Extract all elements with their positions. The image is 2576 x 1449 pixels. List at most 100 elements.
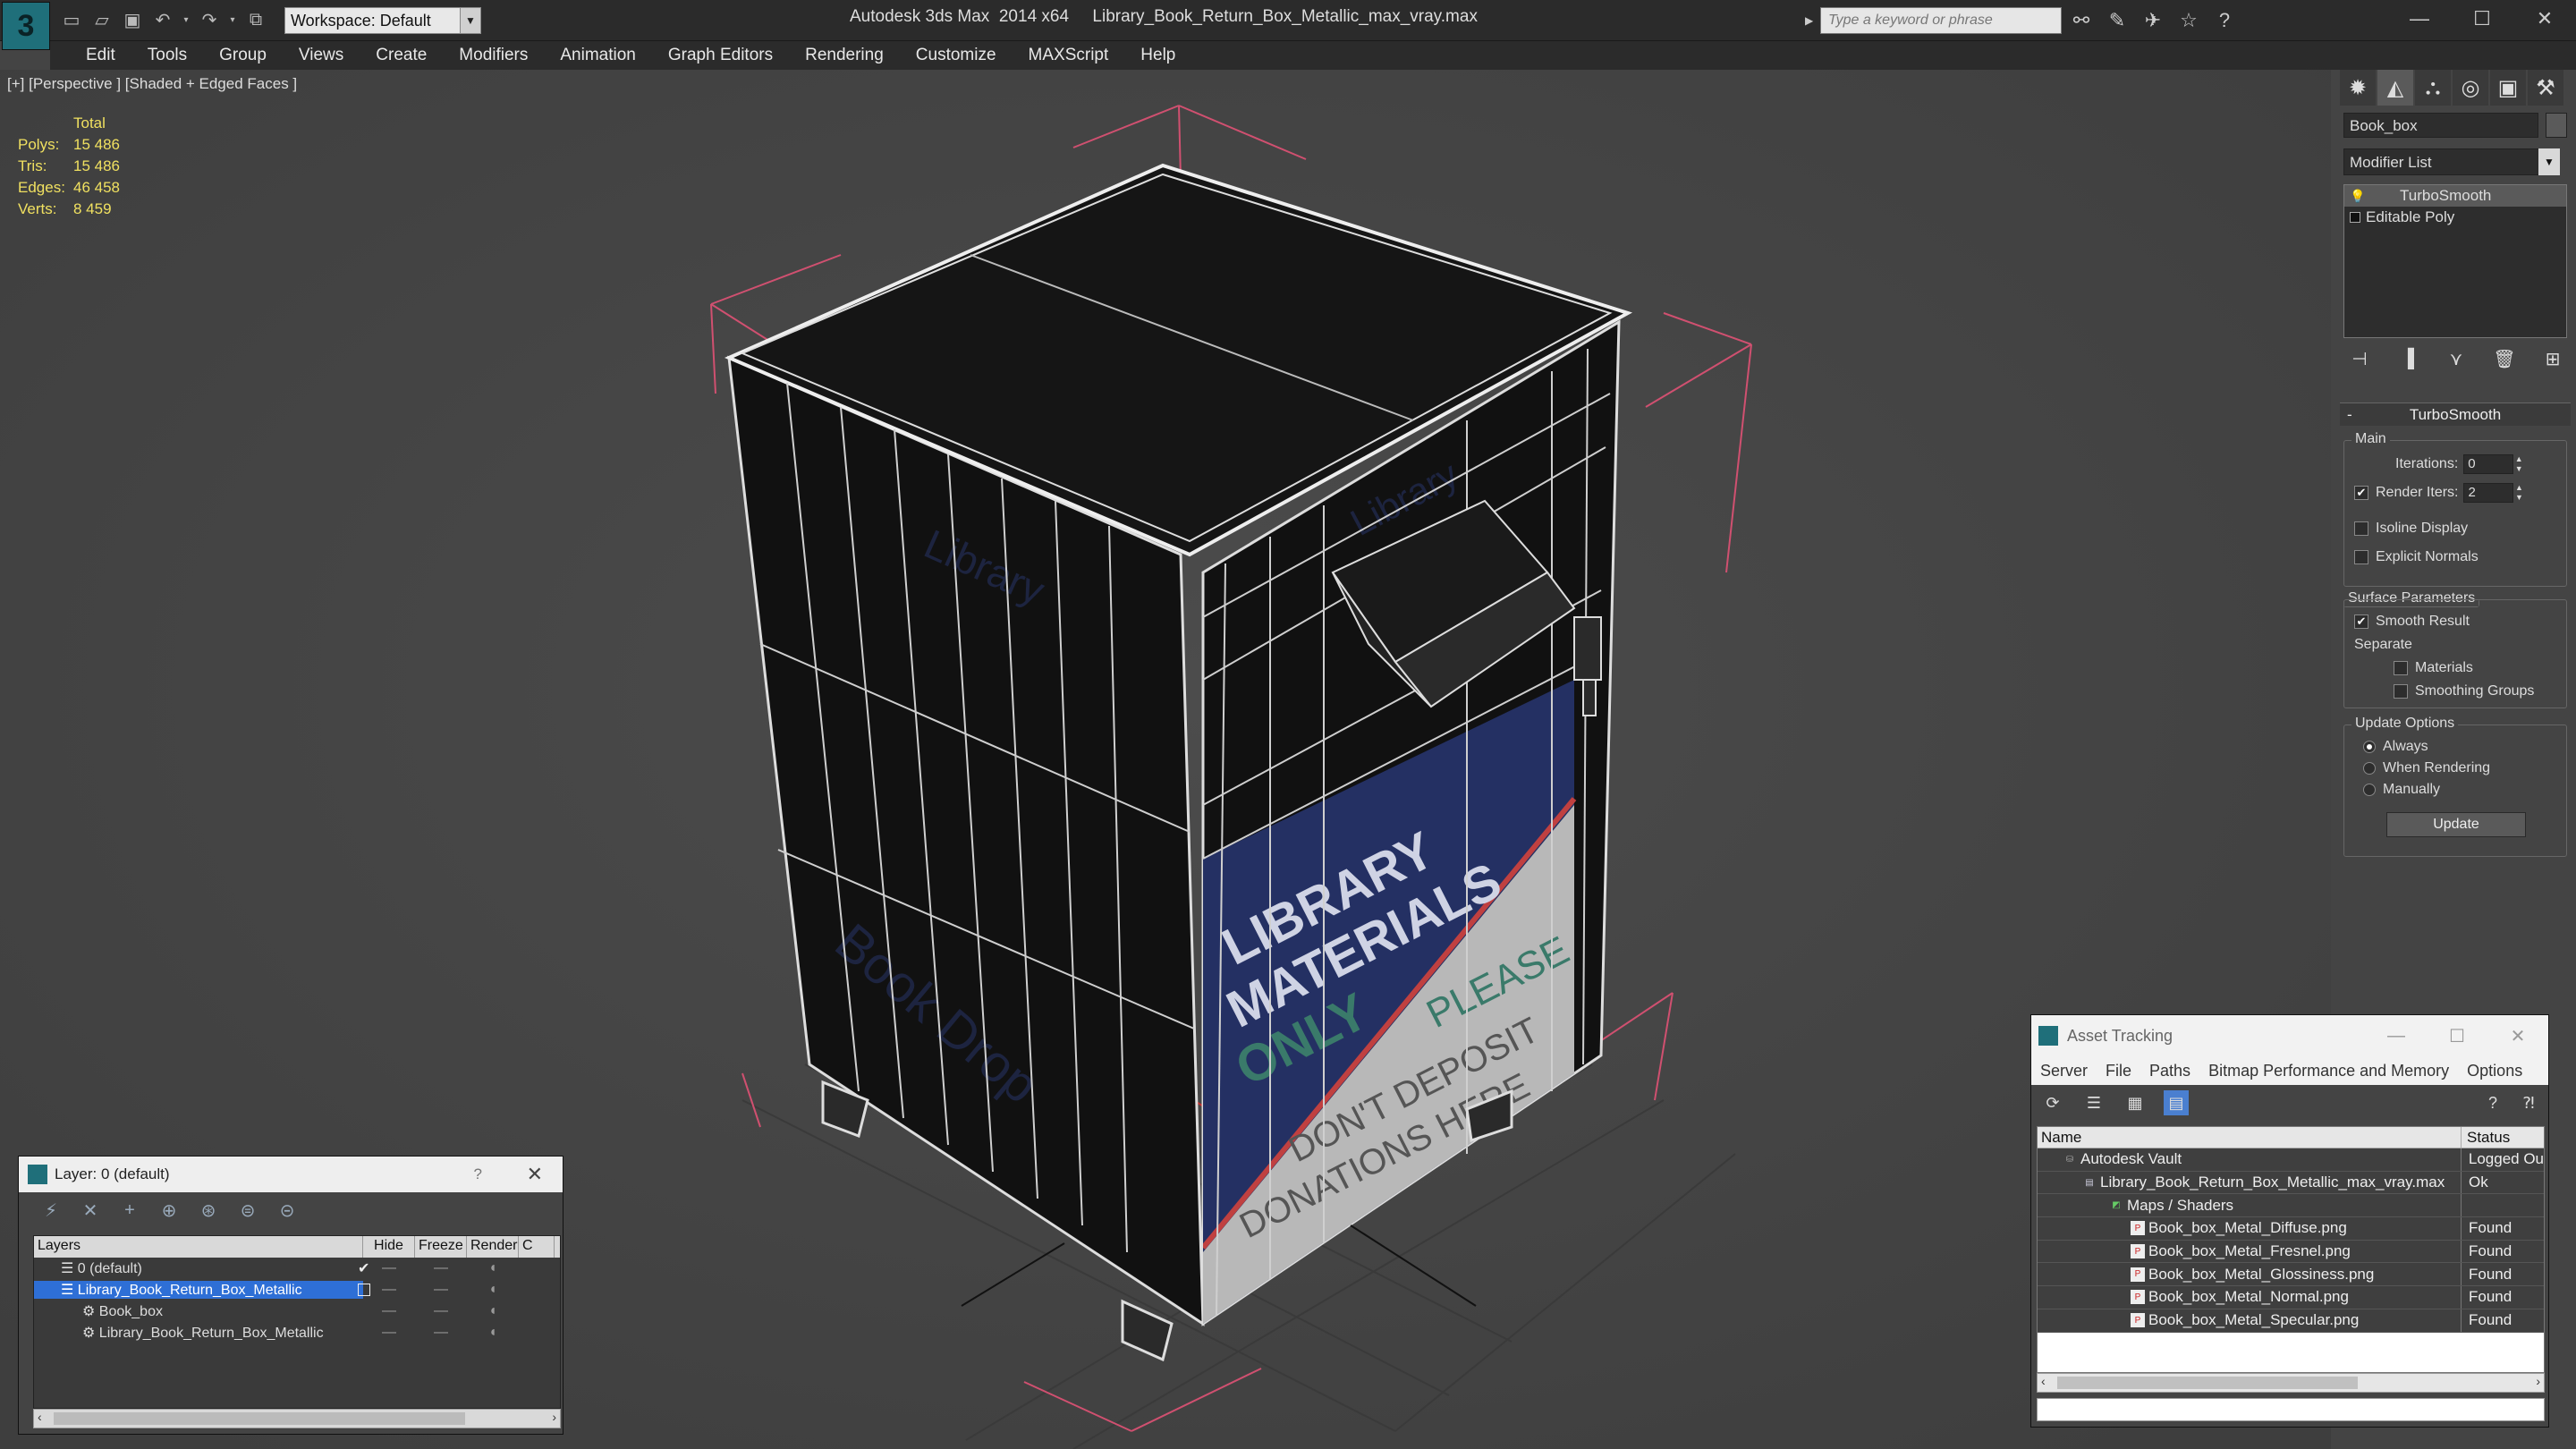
maximize-icon[interactable]: ☐ bbox=[2427, 1015, 2487, 1056]
spinner-arrows-icon[interactable]: ▲ ▼ bbox=[2513, 483, 2524, 503]
render-iters-checkbox[interactable]: ✔ bbox=[2354, 486, 2368, 500]
expand-icon[interactable] bbox=[2350, 212, 2360, 223]
menu-group[interactable]: Group bbox=[203, 46, 283, 65]
smooth-result-checkbox[interactable]: ✔ bbox=[2354, 614, 2368, 629]
new-file-icon[interactable]: ▭ bbox=[59, 7, 84, 32]
display-tab-icon[interactable]: ▣ bbox=[2490, 70, 2526, 106]
menu-paths[interactable]: Paths bbox=[2149, 1062, 2199, 1080]
modifier-list-dropdown[interactable]: Modifier List ▼ bbox=[2343, 148, 2560, 175]
menu-edit[interactable]: Edit bbox=[70, 46, 131, 65]
delete-layer-icon[interactable]: ✕ bbox=[78, 1198, 103, 1223]
layer-horizontal-scrollbar[interactable]: ‹ › bbox=[33, 1409, 561, 1428]
show-end-result-icon[interactable]: ▐ bbox=[2392, 345, 2424, 372]
menu-modifiers[interactable]: Modifiers bbox=[443, 46, 544, 65]
active-layer-box[interactable] bbox=[358, 1284, 370, 1296]
collapse-icon[interactable]: - bbox=[2347, 403, 2352, 427]
active-layer-check-icon[interactable]: ✔ bbox=[358, 1259, 369, 1277]
remove-modifier-icon[interactable]: 🗑 bbox=[2488, 345, 2521, 372]
app-menu-button[interactable]: 3 bbox=[2, 2, 50, 50]
close-icon[interactable]: ✕ bbox=[527, 1163, 543, 1186]
update-button[interactable]: Update bbox=[2386, 812, 2526, 837]
hide-all-layers-icon[interactable]: ⊜ bbox=[235, 1198, 260, 1223]
freeze-toggle[interactable]: — bbox=[415, 1282, 467, 1298]
always-radio[interactable] bbox=[2363, 741, 2376, 753]
menu-server[interactable]: Server bbox=[2040, 1062, 2097, 1080]
favorites-star-icon[interactable]: ☆ bbox=[2175, 7, 2202, 34]
select-in-layer-icon[interactable]: ⊕ bbox=[157, 1198, 182, 1223]
list-view-icon[interactable]: ☰ bbox=[2081, 1090, 2106, 1115]
asset-row[interactable]: P Book_box_Metal_Glossiness.png Found bbox=[2038, 1263, 2544, 1287]
open-file-icon[interactable]: ▱ bbox=[89, 7, 114, 32]
menu-views[interactable]: Views bbox=[283, 46, 360, 65]
workspace-selector[interactable]: Workspace: Default bbox=[284, 7, 481, 34]
asset-path-field[interactable] bbox=[2037, 1398, 2545, 1421]
help-icon[interactable]: ? bbox=[2480, 1090, 2505, 1115]
undo-dropdown-icon[interactable]: ▾ bbox=[181, 7, 191, 32]
communication-icon[interactable]: ✈ bbox=[2140, 7, 2166, 34]
scroll-left-icon[interactable]: ‹ bbox=[2041, 1374, 2046, 1388]
binoculars-icon[interactable]: ⚯ bbox=[2068, 7, 2095, 34]
asset-row[interactable]: P Book_box_Metal_Normal.png Found bbox=[2038, 1286, 2544, 1309]
render-toggle[interactable]: ◖ bbox=[467, 1282, 519, 1298]
scroll-right-icon[interactable]: › bbox=[552, 1410, 556, 1424]
spinner-arrows-icon[interactable]: ▲ ▼ bbox=[2513, 454, 2524, 474]
scrollbar-thumb[interactable] bbox=[54, 1412, 465, 1425]
column-color[interactable]: C bbox=[519, 1236, 555, 1258]
when-rendering-radio[interactable] bbox=[2363, 762, 2376, 775]
help-context-icon[interactable]: ⁈ bbox=[2516, 1090, 2541, 1115]
layer-row[interactable]: ☰ Library_Book_Return_Box_Metallic — — ◖ bbox=[34, 1279, 560, 1301]
freeze-toggle[interactable]: — bbox=[415, 1325, 467, 1341]
project-folder-icon[interactable]: ⧉ bbox=[243, 7, 268, 32]
menu-maxscript[interactable]: MAXScript bbox=[1013, 46, 1125, 65]
redo-icon[interactable]: ↷ bbox=[197, 7, 222, 32]
column-render[interactable]: Render bbox=[467, 1236, 519, 1258]
layer-window-titlebar[interactable]: Layer: 0 (default) ? ✕ bbox=[19, 1157, 563, 1192]
render-iters-spinner[interactable]: 2 bbox=[2463, 483, 2514, 503]
workspace-dropdown-icon[interactable]: ▼ bbox=[460, 7, 481, 34]
asset-row[interactable]: P Book_box_Metal_Specular.png Found bbox=[2038, 1309, 2544, 1333]
column-status[interactable]: Status bbox=[2462, 1127, 2515, 1148]
search-input[interactable]: Type a keyword or phrase bbox=[1820, 7, 2062, 34]
smoothing-groups-checkbox[interactable] bbox=[2394, 684, 2408, 699]
menu-file[interactable]: File bbox=[2106, 1062, 2140, 1080]
hierarchy-tab-icon[interactable]: ⛬ bbox=[2415, 70, 2451, 106]
help-icon[interactable]: ? bbox=[2211, 7, 2238, 34]
maximize-icon[interactable]: ☐ bbox=[2451, 0, 2513, 38]
close-icon[interactable]: ✕ bbox=[2513, 0, 2576, 38]
asset-row[interactable]: ◩ Maps / Shaders bbox=[2038, 1194, 2544, 1218]
column-layers[interactable]: Layers bbox=[34, 1236, 363, 1258]
object-name-field[interactable]: Book_box bbox=[2343, 113, 2538, 138]
redo-dropdown-icon[interactable]: ▾ bbox=[227, 7, 238, 32]
freeze-all-layers-icon[interactable]: ⊝ bbox=[275, 1198, 300, 1223]
asset-row[interactable]: ⛁ Autodesk Vault Logged Ou bbox=[2038, 1148, 2544, 1172]
lightbulb-icon[interactable]: 💡 bbox=[2350, 189, 2365, 204]
scroll-left-icon[interactable]: ‹ bbox=[38, 1410, 42, 1424]
viewport-label[interactable]: [+] [Perspective ] [Shaded + Edged Faces… bbox=[7, 75, 297, 93]
layer-row[interactable]: ⚙ Library_Book_Return_Box_Metallic — — ◖ bbox=[34, 1322, 560, 1343]
explicit-normals-checkbox[interactable] bbox=[2354, 550, 2368, 564]
asset-row[interactable]: P Book_box_Metal_Diffuse.png Found bbox=[2038, 1217, 2544, 1241]
menu-bitmap-performance[interactable]: Bitmap Performance and Memory bbox=[2208, 1062, 2458, 1080]
asset-row[interactable]: P Book_box_Metal_Fresnel.png Found bbox=[2038, 1240, 2544, 1264]
layer-help-button[interactable]: ? bbox=[474, 1165, 482, 1183]
asset-horizontal-scrollbar[interactable]: ‹ › bbox=[2037, 1373, 2545, 1393]
make-unique-icon[interactable]: ⋎ bbox=[2440, 345, 2472, 372]
rollout-header[interactable]: - TurboSmooth bbox=[2340, 402, 2571, 426]
hide-toggle[interactable]: — bbox=[363, 1325, 415, 1341]
modify-tab-icon[interactable]: ◭ bbox=[2377, 70, 2413, 106]
subscription-icon[interactable]: ✎ bbox=[2104, 7, 2131, 34]
asset-tracking-titlebar[interactable]: Asset Tracking — ☐ ✕ bbox=[2031, 1015, 2548, 1056]
hide-toggle[interactable]: — bbox=[363, 1303, 415, 1319]
render-toggle[interactable]: ◖ bbox=[467, 1325, 519, 1341]
minimize-icon[interactable]: — bbox=[2388, 0, 2451, 38]
refresh-icon[interactable]: ⟳ bbox=[2040, 1090, 2065, 1115]
stack-item-turbosmooth[interactable]: 💡 TurboSmooth bbox=[2344, 185, 2566, 207]
menu-customize[interactable]: Customize bbox=[900, 46, 1013, 65]
asset-row[interactable]: ▤ Library_Book_Return_Box_Metallic_max_vr… bbox=[2038, 1171, 2544, 1195]
table-view-icon[interactable]: ▤ bbox=[2164, 1090, 2189, 1115]
save-icon[interactable]: ▣ bbox=[120, 7, 145, 32]
thumbnail-view-icon[interactable]: ▦ bbox=[2123, 1090, 2148, 1115]
undo-icon[interactable]: ↶ bbox=[150, 7, 175, 32]
isoline-checkbox[interactable] bbox=[2354, 521, 2368, 536]
scroll-right-icon[interactable]: › bbox=[2536, 1374, 2540, 1388]
